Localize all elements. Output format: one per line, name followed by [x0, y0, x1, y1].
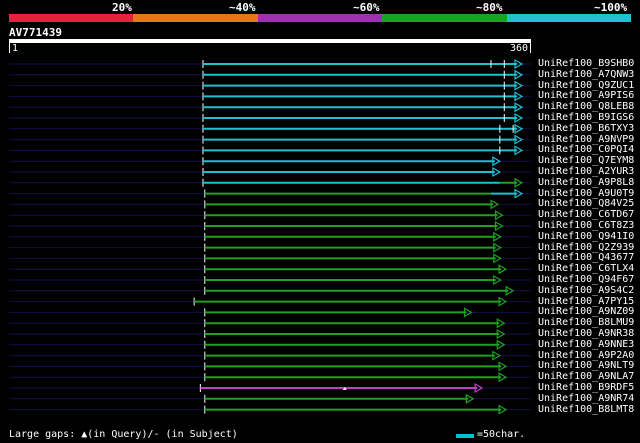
- hit-label[interactable]: UniRef100_C6TD67: [538, 210, 634, 220]
- hit-label[interactable]: UniRef100_Q8LEB8: [538, 102, 634, 112]
- hit-label[interactable]: UniRef100_C6TLX4: [538, 264, 634, 274]
- hit-label[interactable]: UniRef100_A9NNE3: [538, 339, 634, 350]
- hit-label[interactable]: UniRef100_A9PIS6: [538, 91, 634, 101]
- hit-label[interactable]: UniRef100_Q9ZUC1: [538, 80, 634, 91]
- hit-label[interactable]: UniRef100_A9S4C2: [538, 285, 634, 296]
- hit-label[interactable]: UniRef100_B9SHB0: [538, 59, 634, 69]
- hit-label[interactable]: UniRef100_A9NLT9: [538, 361, 634, 371]
- hit-label[interactable]: UniRef100_Q43677: [538, 253, 634, 263]
- hit-label[interactable]: UniRef100_C6T8Z3: [538, 221, 634, 231]
- hit-label[interactable]: UniRef100_Q84V25: [538, 199, 634, 209]
- hit-label[interactable]: UniRef100_A9P2A0: [538, 350, 634, 361]
- hit-label[interactable]: UniRef100_A7QNW3: [538, 69, 634, 80]
- hit-label[interactable]: UniRef100_A9NR74: [538, 393, 634, 404]
- hit-label[interactable]: UniRef100_A2YUR3: [538, 167, 634, 177]
- hit-label[interactable]: UniRef100_B8LMU9: [538, 318, 634, 328]
- gap-legend: Large gaps: ▲(in Query)/- (in Subject): [9, 429, 238, 440]
- hit-label[interactable]: UniRef100_A9NZ09: [538, 307, 634, 317]
- hit-label[interactable]: UniRef100_Q94F67: [538, 275, 634, 285]
- hit-label[interactable]: UniRef100_B9RDF5: [538, 383, 634, 393]
- hit-label[interactable]: UniRef100_A9NR38: [538, 329, 634, 339]
- hit-label[interactable]: UniRef100_A9P8L8: [538, 177, 634, 188]
- scale-swatch: [456, 434, 474, 438]
- hit-label[interactable]: UniRef100_B6TXY3: [538, 123, 634, 134]
- hit-label[interactable]: UniRef100_B8LMT8: [538, 404, 634, 415]
- hit-label[interactable]: UniRef100_A9NVP9: [538, 134, 634, 145]
- hit-label[interactable]: UniRef100_Q2Z939: [538, 242, 634, 253]
- hit-label[interactable]: UniRef100_A9NLA7: [538, 372, 634, 382]
- hit-label[interactable]: UniRef100_A9U0T9: [538, 188, 634, 199]
- hit-label[interactable]: UniRef100_C0PQI4: [538, 145, 634, 155]
- scale-text: =50char.: [477, 429, 526, 440]
- hit-label[interactable]: UniRef100_B9IGS6: [538, 113, 634, 123]
- hit-label[interactable]: UniRef100_Q941I0: [538, 231, 634, 242]
- hit-label[interactable]: UniRef100_A7PY15: [538, 296, 634, 307]
- hit-label[interactable]: UniRef100_Q7EYM8: [538, 156, 634, 166]
